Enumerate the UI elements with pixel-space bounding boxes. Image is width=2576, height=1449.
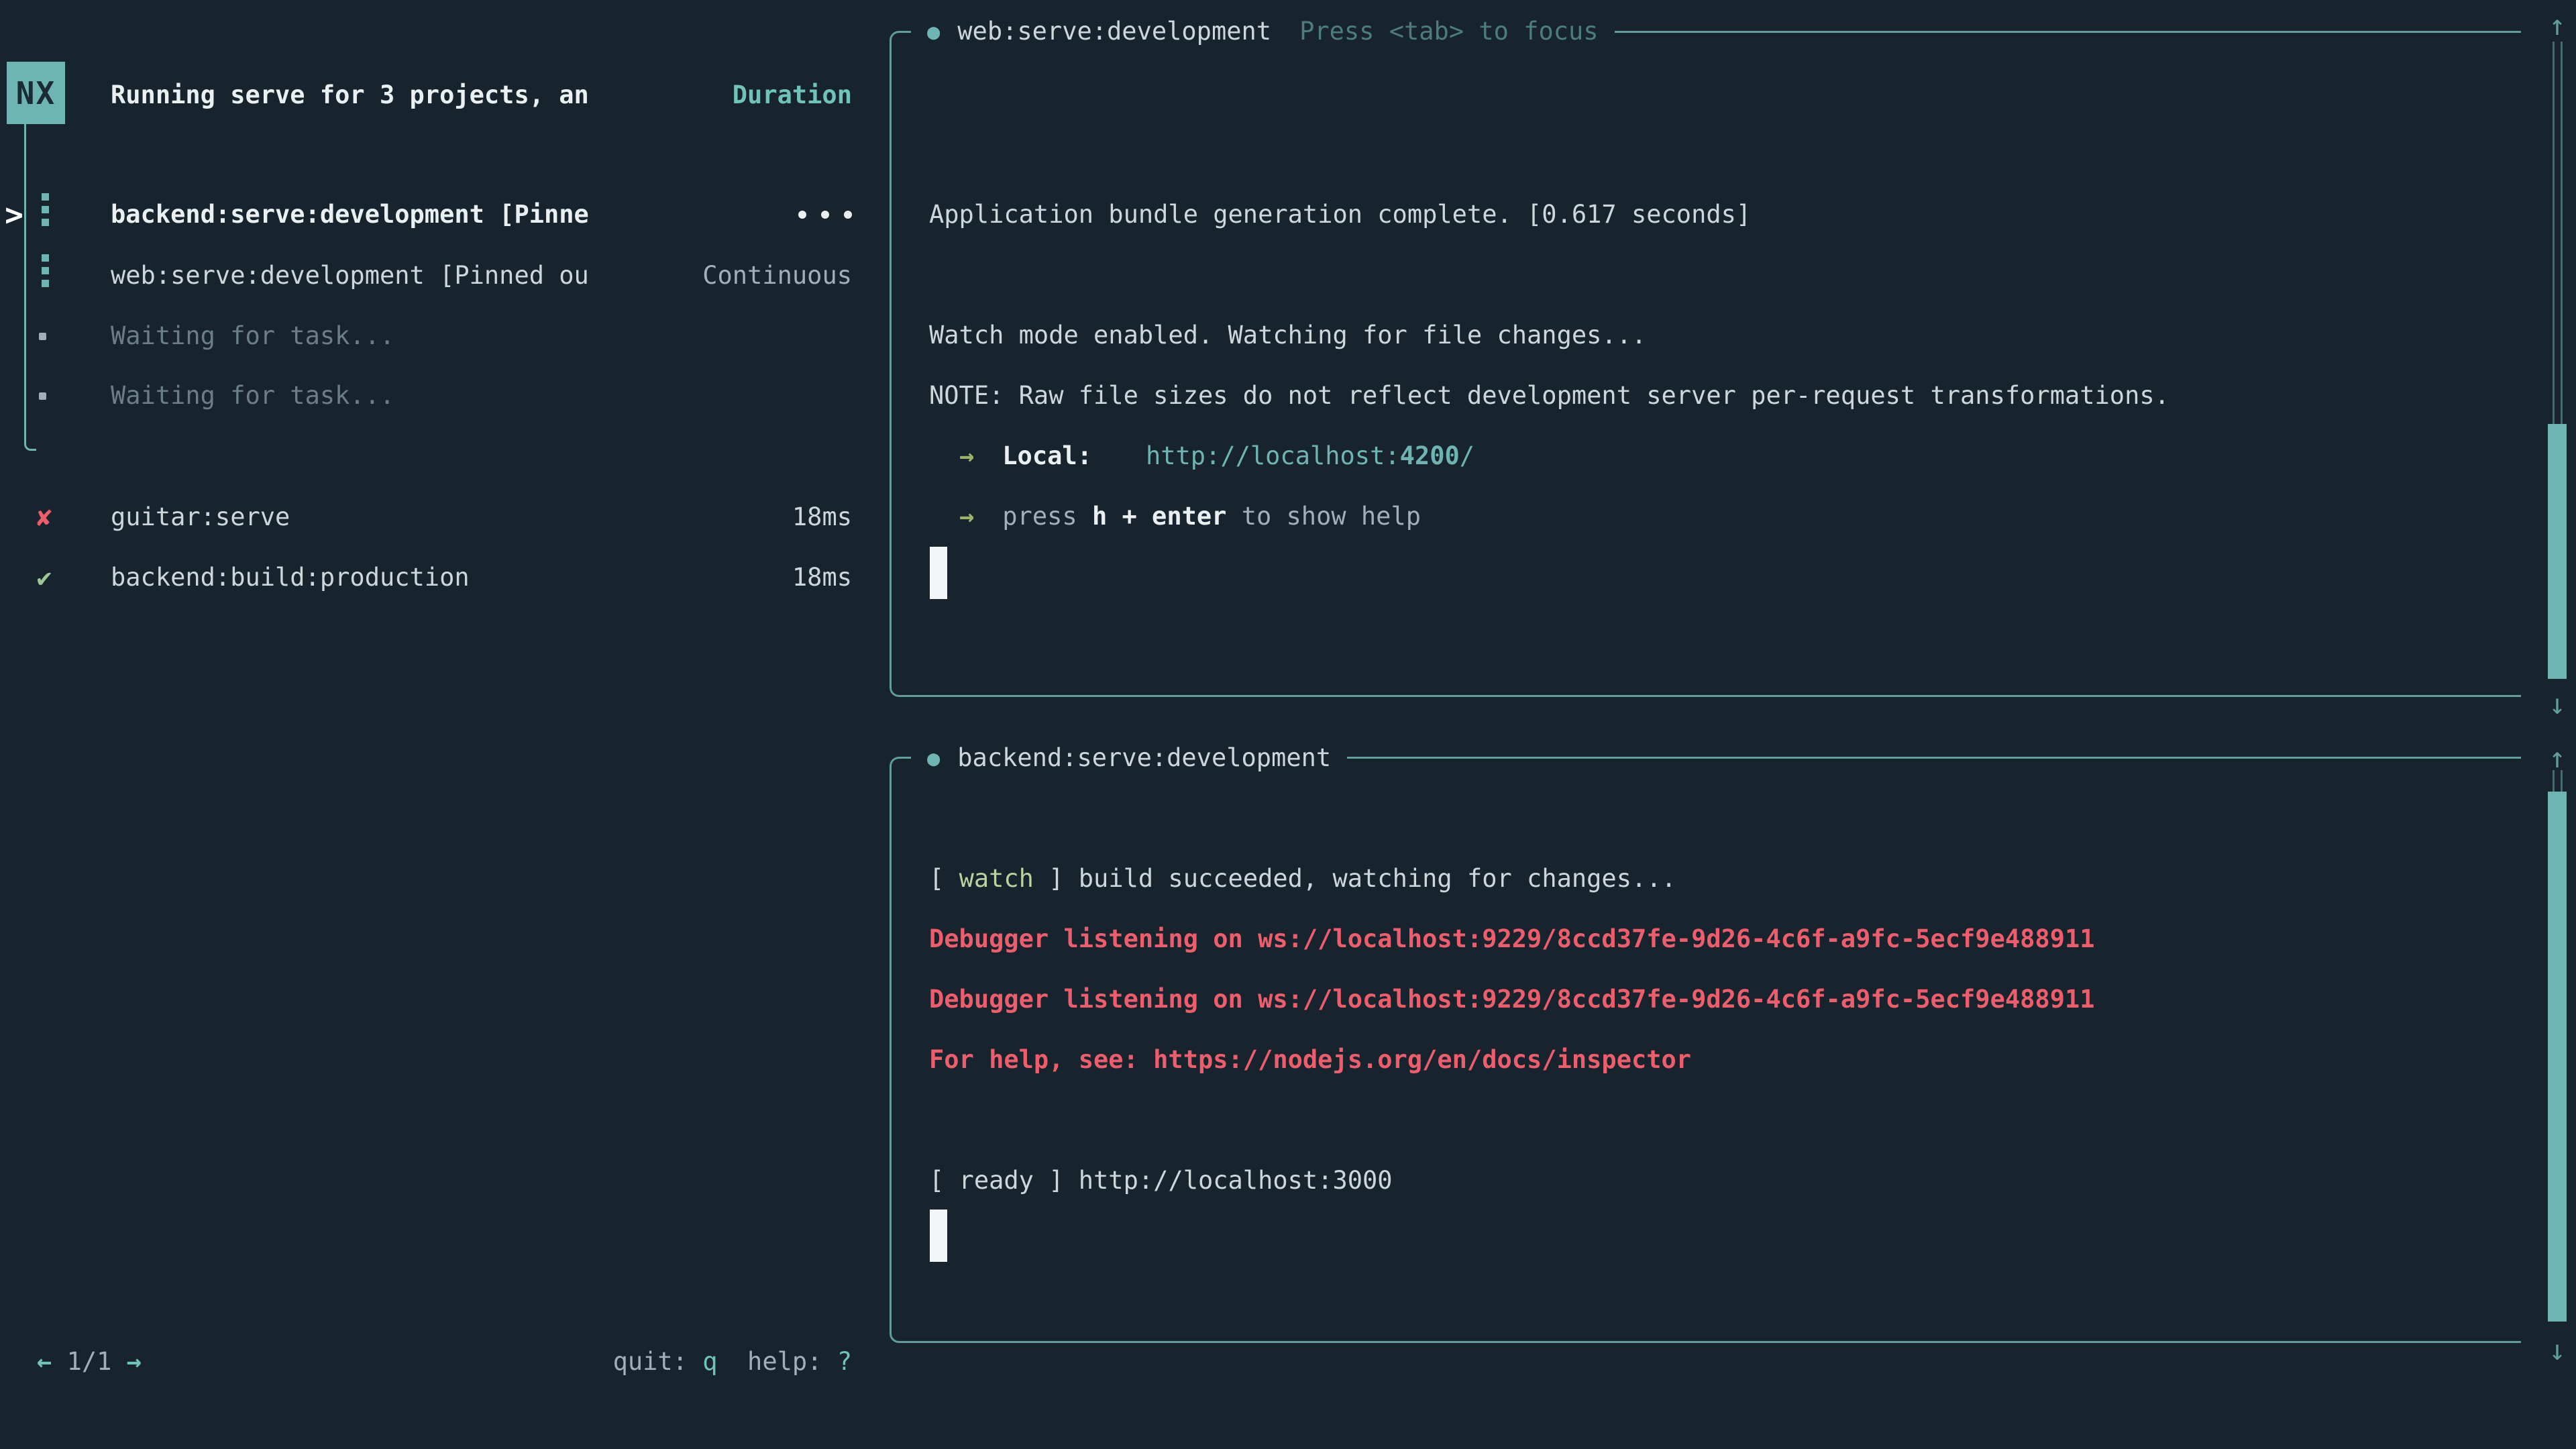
log-line-local: → Local: http://localhost:4200/ (929, 426, 1474, 486)
log-line-watch-build: [ watch ] build succeeded, watching for … (929, 849, 1676, 909)
log-line-ready: [ ready ] http://localhost:3000 (929, 1150, 1393, 1211)
pagination: ← 1/1 → (37, 1332, 142, 1392)
watch-tag: watch (959, 864, 1034, 893)
help-post: to show help (1226, 502, 1421, 531)
nx-logo: NX (7, 62, 65, 124)
task-row-guitar-serve[interactable]: guitar:serve (111, 487, 290, 547)
task-branch-line (24, 124, 36, 451)
task-duration: Continuous (597, 246, 852, 306)
scrollbar-down-icon[interactable]: ↓ (2534, 681, 2576, 728)
task-row-waiting-2[interactable]: Waiting for task... (111, 366, 394, 426)
page-indicator: 1/1 (67, 1347, 112, 1376)
spinner-icon (42, 254, 50, 287)
panel-title: web:serve:development (957, 1, 1271, 62)
page-indicator (111, 1347, 126, 1376)
help-keys: h + enter (1092, 502, 1226, 531)
task-row-waiting-1[interactable]: Waiting for task... (111, 306, 394, 366)
next-page-arrow[interactable]: → (127, 1347, 142, 1376)
waiting-dot-icon (39, 333, 46, 340)
output-panel-header[interactable]: ● web:serve:development Press <tab> to foc… (911, 1, 1615, 62)
log-line-bundle: Application bundle generation complete. … (929, 184, 1751, 245)
log-line-debugger-1: Debugger listening on ws://localhost:922… (929, 909, 2095, 969)
waiting-dot-icon (39, 392, 46, 400)
quit-shortcut-label: quit: (613, 1347, 703, 1376)
log-line-debugger-2: Debugger listening on ws://localhost:922… (929, 969, 2095, 1030)
log-line-inspector-help: For help, see: https://nodejs.org/en/doc… (929, 1030, 1691, 1090)
loading-dots-icon (738, 184, 852, 245)
spinner-icon (42, 193, 50, 226)
page-indicator (52, 1347, 66, 1376)
arrow-right-icon: → (959, 502, 974, 531)
prev-page-arrow[interactable]: ← (37, 1347, 52, 1376)
panel-status-dot-icon: ● (927, 1, 940, 62)
task-duration: 18ms (597, 547, 852, 608)
log-line-watch-mode: Watch mode enabled. Watching for file ch… (929, 305, 1646, 366)
task-failed-icon: ✘ (30, 487, 59, 547)
selection-caret-icon: > (0, 184, 28, 245)
scrollbar-thumb[interactable] (2548, 792, 2567, 1322)
arrow-right-icon: → (959, 441, 974, 470)
terminal-cursor (930, 1210, 947, 1262)
task-row-backend-build[interactable]: backend:build:production (111, 547, 470, 608)
page-title: Running serve for 3 projects, an (111, 65, 589, 125)
local-label: Local: (1002, 441, 1092, 470)
log-line-help-hint: → press h + enter to show help (929, 486, 1421, 547)
task-row-backend-serve[interactable]: backend:serve:development [Pinne (111, 184, 589, 245)
help-pre: press (1002, 502, 1092, 531)
panel-title: backend:serve:development (957, 728, 1331, 788)
log-line-note: NOTE: Raw file sizes do not reflect deve… (929, 366, 2169, 426)
duration-column-header: Duration (597, 65, 852, 125)
panel-status-dot-icon: ● (927, 728, 940, 788)
quit-shortcut-key: q (702, 1347, 717, 1376)
terminal-cursor (930, 547, 947, 599)
help-shortcut-key: ? (837, 1347, 852, 1376)
task-success-icon: ✔ (30, 547, 59, 608)
help-shortcut-label: help: (718, 1347, 837, 1376)
local-url-link[interactable]: http://localhost:4200/ (1146, 441, 1474, 470)
nx-tui-screen: NX Running serve for 3 projects, an Dura… (0, 0, 2576, 1449)
task-row-web-serve[interactable]: web:serve:development [Pinned ou (111, 246, 589, 306)
scrollbar-down-icon[interactable]: ↓ (2534, 1327, 2576, 1374)
shortcut-bar: quit: q help: ? (436, 1332, 852, 1392)
output-panel-header[interactable]: ● backend:serve:development (911, 728, 1347, 788)
scrollbar-thumb[interactable] (2548, 424, 2567, 679)
task-duration: 18ms (597, 487, 852, 547)
focus-hint: Press <tab> to focus (1299, 1, 1599, 62)
